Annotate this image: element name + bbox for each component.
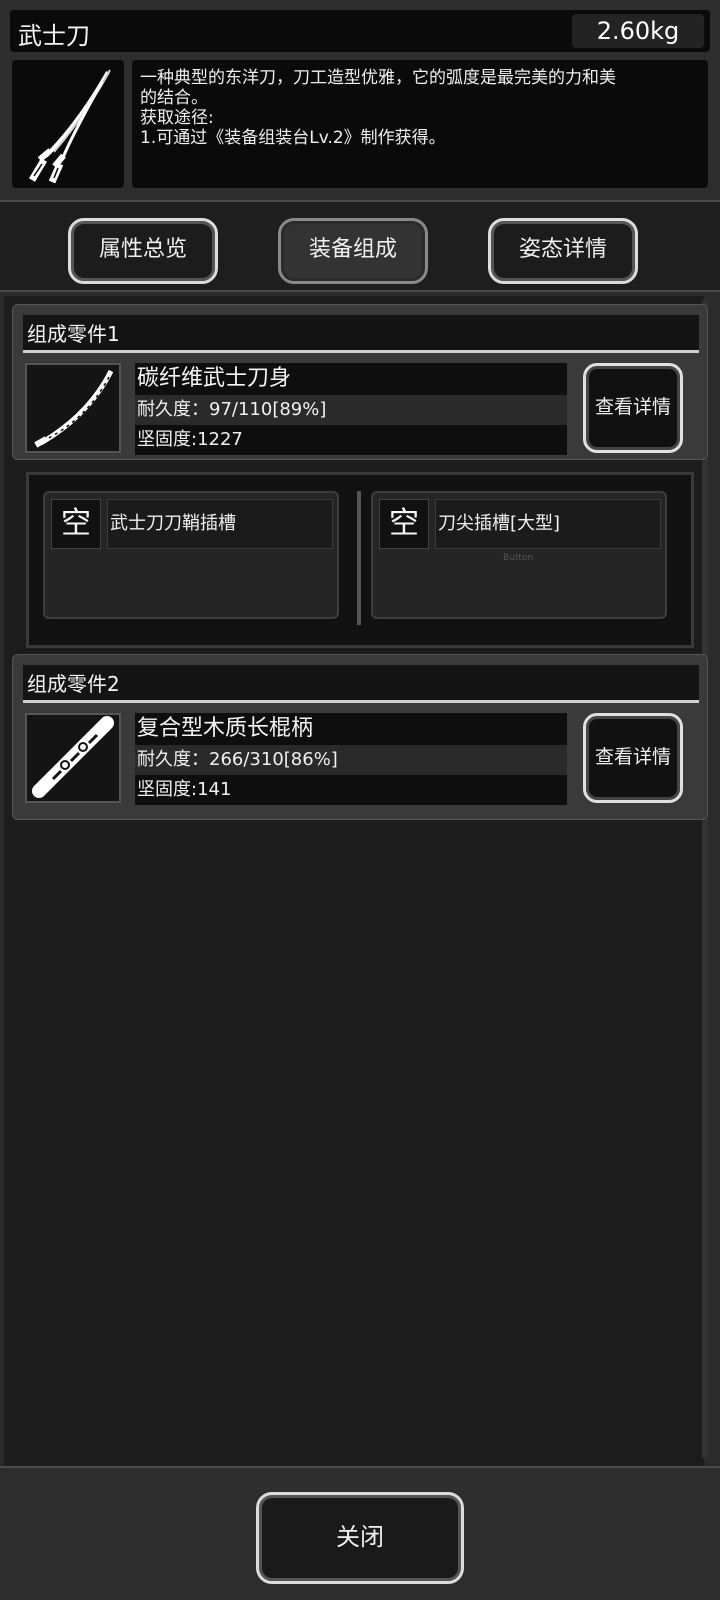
part-name: 复合型木质长棍柄 [135, 713, 567, 745]
description-line: 获取途径: [140, 108, 214, 128]
title-bar: 武士刀 2.60kg [10, 10, 710, 52]
item-description: 一种典型的东洋刀，刀工造型优雅，它的弧度是最完美的力和美 的结合。 获取途径: … [132, 60, 708, 188]
part-hardness: 坚固度:1227 [135, 425, 567, 455]
item-icon-box [12, 60, 124, 188]
tabs-bar: 属性总览 装备组成 姿态详情 [0, 200, 720, 292]
part-header: 组成零件2 [23, 665, 699, 703]
part-info: 复合型木质长棍柄 耐久度：266/310[86%] 坚固度:141 [135, 713, 567, 805]
katana-icon [28, 69, 111, 184]
part-hardness: 坚固度:141 [135, 775, 567, 805]
close-button[interactable]: 关闭 [256, 1492, 464, 1584]
part-name: 碳纤维武士刀身 [135, 363, 567, 395]
part-durability: 耐久度：266/310[86%] [135, 745, 567, 775]
slot-state: 空 [51, 499, 101, 549]
description-line: 1.可通过《装备组装台Lv.2》制作获得。 [140, 128, 446, 148]
description-line: 的结合。 [140, 88, 208, 108]
part-info: 碳纤维武士刀身 耐久度：97/110[89%] 坚固度:1227 [135, 363, 567, 455]
part-panel-2: 组成零件2 复合型木质长棍柄 耐久度：266/310[86%] 坚固度:141 … [12, 654, 708, 820]
blade-icon [34, 369, 114, 448]
tab-stance-details[interactable]: 姿态详情 [488, 218, 638, 284]
part-durability: 耐久度：97/110[89%] [135, 395, 567, 425]
part-icon-box [25, 363, 121, 453]
slot-label: 刀尖插槽[大型] [435, 499, 661, 549]
tab-attribute-overview[interactable]: 属性总览 [68, 218, 218, 284]
slots-panel: 空 武士刀刀鞘插槽 空 刀尖插槽[大型] Button [26, 472, 694, 648]
slot-blade-tip[interactable]: 空 刀尖插槽[大型] Button [371, 491, 667, 619]
slot-scabbard[interactable]: 空 武士刀刀鞘插槽 [43, 491, 339, 619]
slot-button-caption: Button [503, 553, 534, 563]
description-line: 一种典型的东洋刀，刀工造型优雅，它的弧度是最完美的力和美 [140, 68, 616, 88]
item-header: 武士刀 2.60kg 一种典型的东洋刀，刀工造型优雅，它的弧度是最完美的力和美 … [0, 0, 720, 200]
item-name: 武士刀 [18, 22, 90, 50]
part-panel-1: 组成零件1 碳纤维武士刀身 耐久度：97/110[89%] 坚固度:1227 查… [12, 304, 708, 460]
part-icon-box [25, 713, 121, 803]
footer-bar: 关闭 [0, 1466, 720, 1600]
part-header: 组成零件1 [23, 315, 699, 353]
view-details-button[interactable]: 查看详情 [583, 363, 683, 453]
tab-equipment-composition[interactable]: 装备组成 [278, 218, 428, 284]
slot-divider [357, 491, 361, 625]
handle-icon [32, 716, 114, 798]
item-weight: 2.60kg [572, 14, 704, 48]
slot-state: 空 [379, 499, 429, 549]
slot-label: 武士刀刀鞘插槽 [107, 499, 333, 549]
view-details-button[interactable]: 查看详情 [583, 713, 683, 803]
scrollbar[interactable] [702, 300, 708, 1458]
